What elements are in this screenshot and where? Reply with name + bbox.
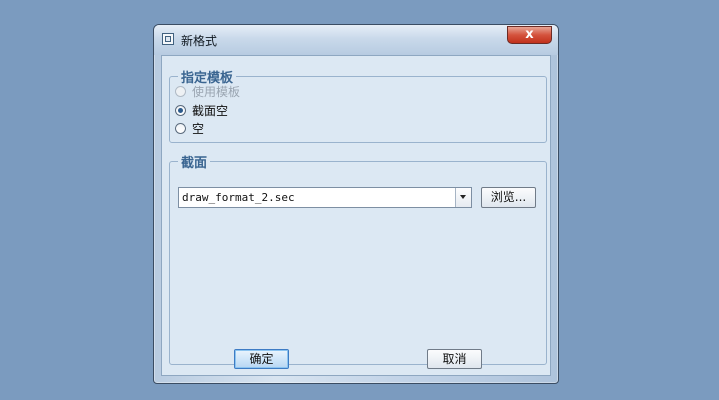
- title-bar[interactable]: 新格式 x: [154, 25, 558, 55]
- browse-button[interactable]: 浏览...: [481, 187, 536, 208]
- radio-button-icon: [175, 85, 186, 97]
- radio-button-icon[interactable]: [175, 122, 186, 134]
- radio-label: 使用模板: [192, 84, 241, 99]
- radio-empty-section[interactable]: 截面空: [175, 102, 228, 118]
- radio-use-template: 使用模板: [175, 83, 240, 99]
- dialog-title: 新格式: [181, 34, 218, 48]
- radio-label[interactable]: 空: [192, 120, 204, 137]
- section-group-legend: 截面: [181, 156, 208, 171]
- ok-button[interactable]: 确定: [234, 349, 289, 369]
- section-file-combobox[interactable]: draw_format_2.sec: [178, 187, 472, 208]
- radio-empty[interactable]: 空: [175, 120, 204, 136]
- chevron-down-icon[interactable]: [455, 188, 471, 207]
- dialog-body: 指定模板 使用模板 截面空 空 截面 draw_format_2.sec 浏览.…: [161, 55, 551, 376]
- section-file-value: draw_format_2.sec: [182, 191, 295, 204]
- cancel-button[interactable]: 取消: [427, 349, 482, 369]
- section-group: 截面: [169, 152, 547, 365]
- new-format-dialog: 新格式 x 指定模板 使用模板 截面空 空 截面 draw_format_2.s…: [153, 24, 559, 384]
- radio-label[interactable]: 截面空: [192, 102, 228, 119]
- close-icon: x: [525, 27, 534, 42]
- close-button[interactable]: x: [507, 26, 552, 44]
- app-icon: [162, 33, 174, 45]
- radio-button-icon[interactable]: [175, 104, 186, 116]
